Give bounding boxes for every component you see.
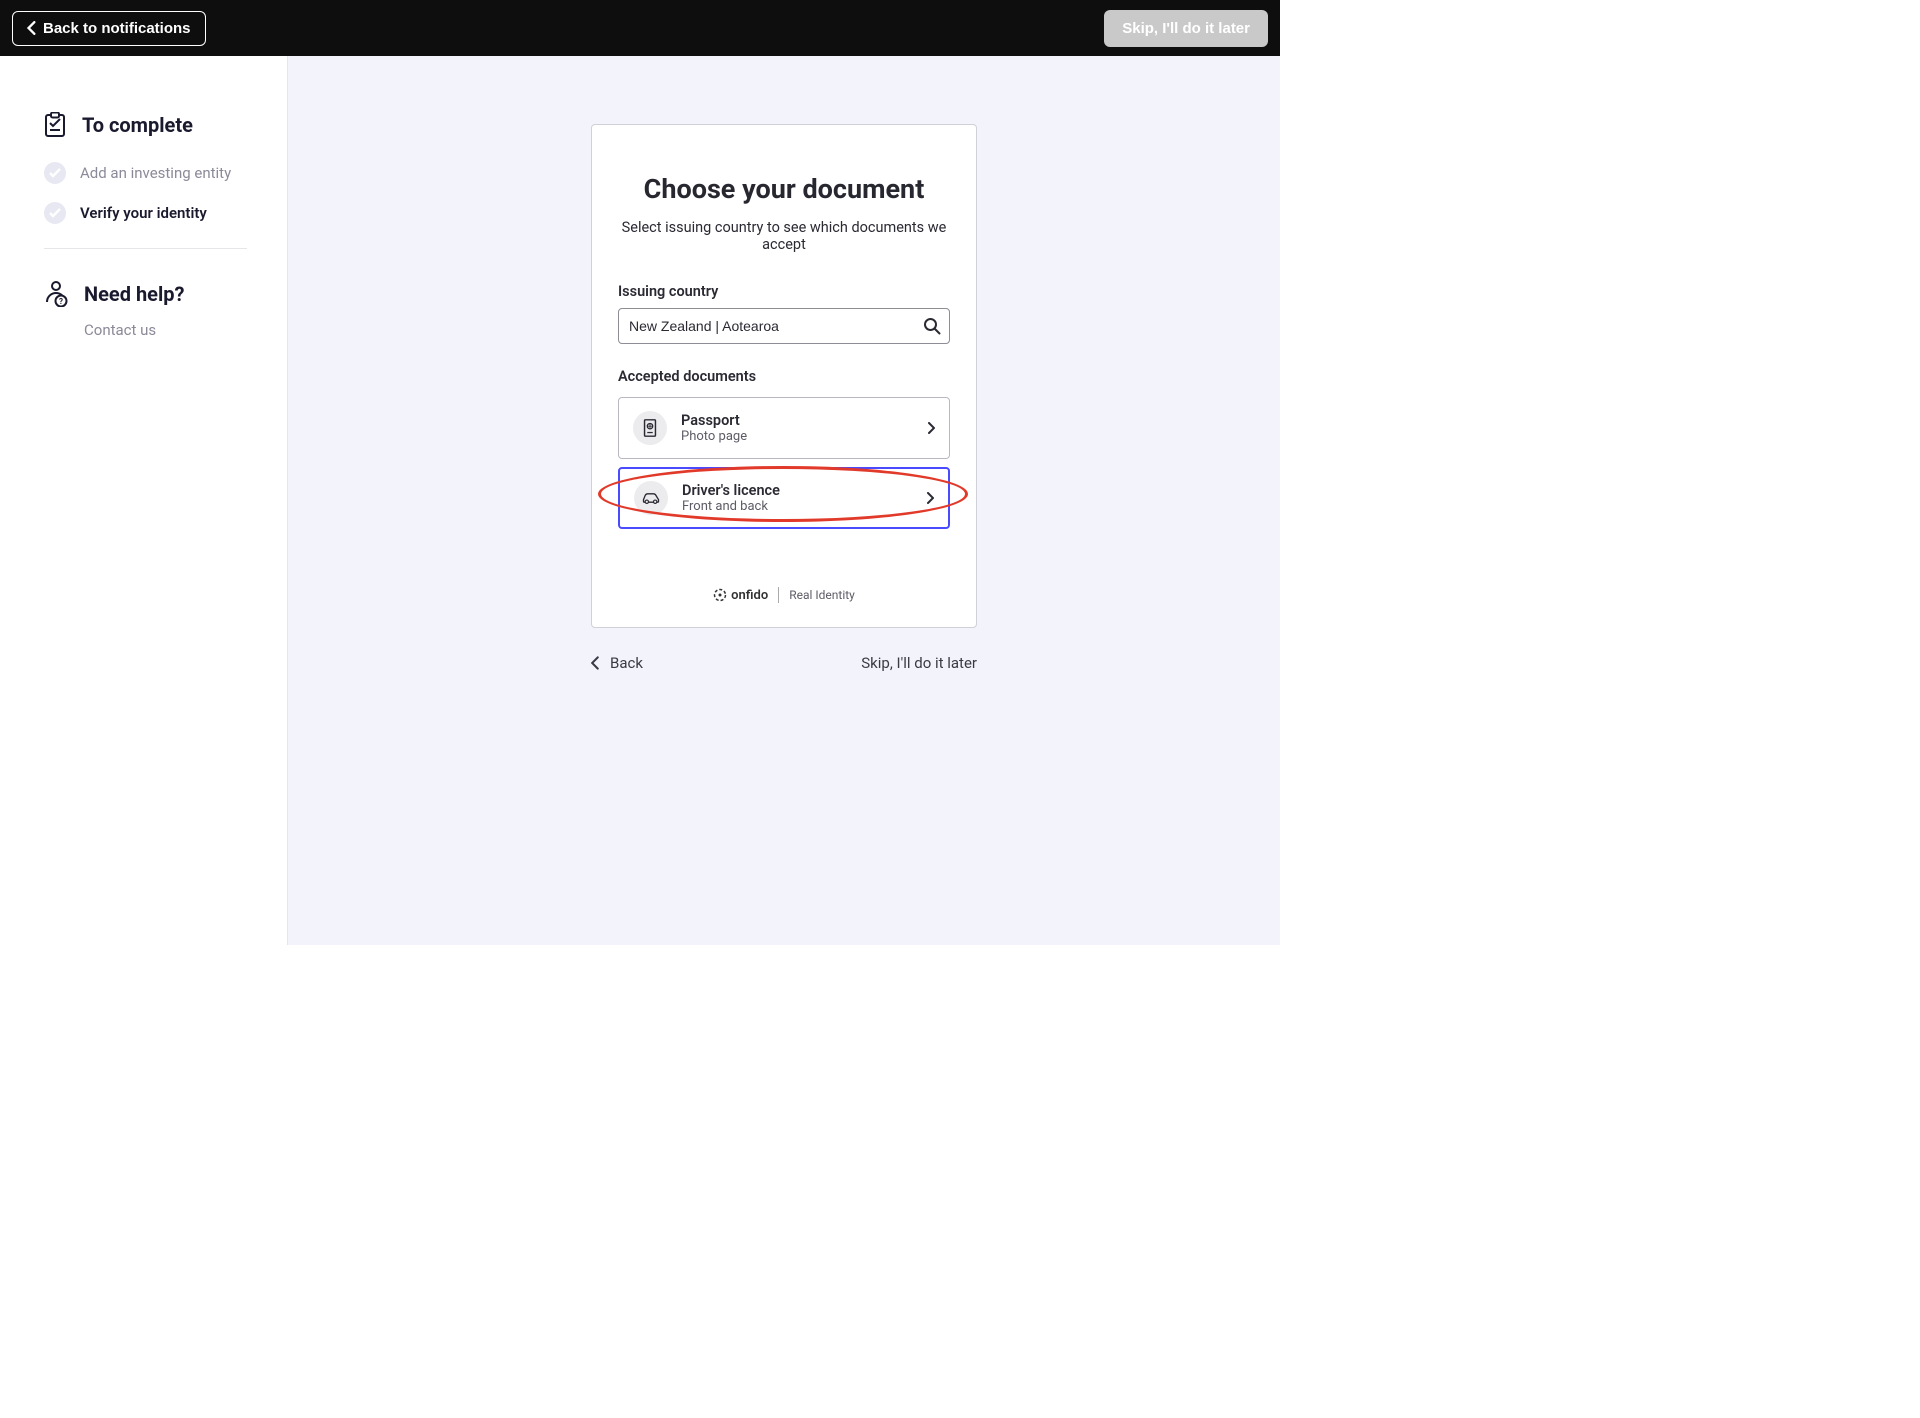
footer-tag: Real Identity bbox=[789, 588, 855, 602]
search-icon bbox=[923, 317, 941, 335]
divider bbox=[44, 248, 247, 249]
footer-separator bbox=[778, 587, 779, 603]
svg-text:?: ? bbox=[59, 297, 63, 306]
onfido-logo: onfido bbox=[713, 588, 768, 603]
card-subtitle: Select issuing country to see which docu… bbox=[618, 219, 950, 253]
car-icon bbox=[634, 481, 668, 515]
skip-bottom-button[interactable]: Skip, I'll do it later bbox=[861, 654, 977, 672]
onfido-mark-icon bbox=[713, 588, 727, 602]
back-to-notifications-button[interactable]: Back to notifications bbox=[12, 11, 206, 46]
accepted-documents-label: Accepted documents bbox=[618, 368, 950, 385]
topbar: Back to notifications Skip, I'll do it l… bbox=[0, 0, 1280, 56]
document-card: Choose your document Select issuing coun… bbox=[591, 124, 977, 628]
doc-option-drivers-licence[interactable]: Driver's licence Front and back bbox=[618, 467, 950, 529]
to-complete-heading: To complete bbox=[44, 112, 247, 138]
issuing-country-input[interactable] bbox=[618, 308, 950, 344]
doc-desc: Front and back bbox=[682, 499, 912, 514]
step-investing-entity[interactable]: Add an investing entity bbox=[44, 162, 247, 184]
need-help-heading: ? Need help? bbox=[44, 281, 247, 307]
step-verify-identity[interactable]: Verify your identity bbox=[44, 202, 247, 224]
skip-top-button[interactable]: Skip, I'll do it later bbox=[1104, 10, 1268, 47]
check-badge-icon bbox=[44, 202, 66, 224]
below-card-nav: Back Skip, I'll do it later bbox=[591, 654, 977, 672]
clipboard-icon bbox=[44, 112, 66, 138]
passport-icon bbox=[633, 411, 667, 445]
chevron-left-icon bbox=[591, 656, 600, 670]
doc-option-passport[interactable]: Passport Photo page bbox=[618, 397, 950, 459]
doc-title: Driver's licence bbox=[682, 482, 912, 499]
doc-title: Passport bbox=[681, 412, 913, 429]
chevron-right-icon bbox=[926, 489, 934, 508]
chevron-right-icon bbox=[927, 419, 935, 438]
sidebar: To complete Add an investing entity Veri… bbox=[0, 56, 288, 945]
contact-us-link[interactable]: Contact us bbox=[84, 321, 247, 339]
card-title: Choose your document bbox=[618, 173, 950, 205]
chevron-left-icon bbox=[27, 21, 37, 35]
back-label: Back to notifications bbox=[43, 20, 191, 37]
back-button[interactable]: Back bbox=[591, 654, 643, 672]
content: Choose your document Select issuing coun… bbox=[288, 56, 1280, 945]
country-label: Issuing country bbox=[618, 283, 950, 300]
check-badge-icon bbox=[44, 162, 66, 184]
doc-desc: Photo page bbox=[681, 429, 913, 444]
country-field[interactable] bbox=[629, 318, 913, 334]
help-icon: ? bbox=[44, 281, 68, 307]
onfido-footer: onfido Real Identity bbox=[618, 587, 950, 603]
